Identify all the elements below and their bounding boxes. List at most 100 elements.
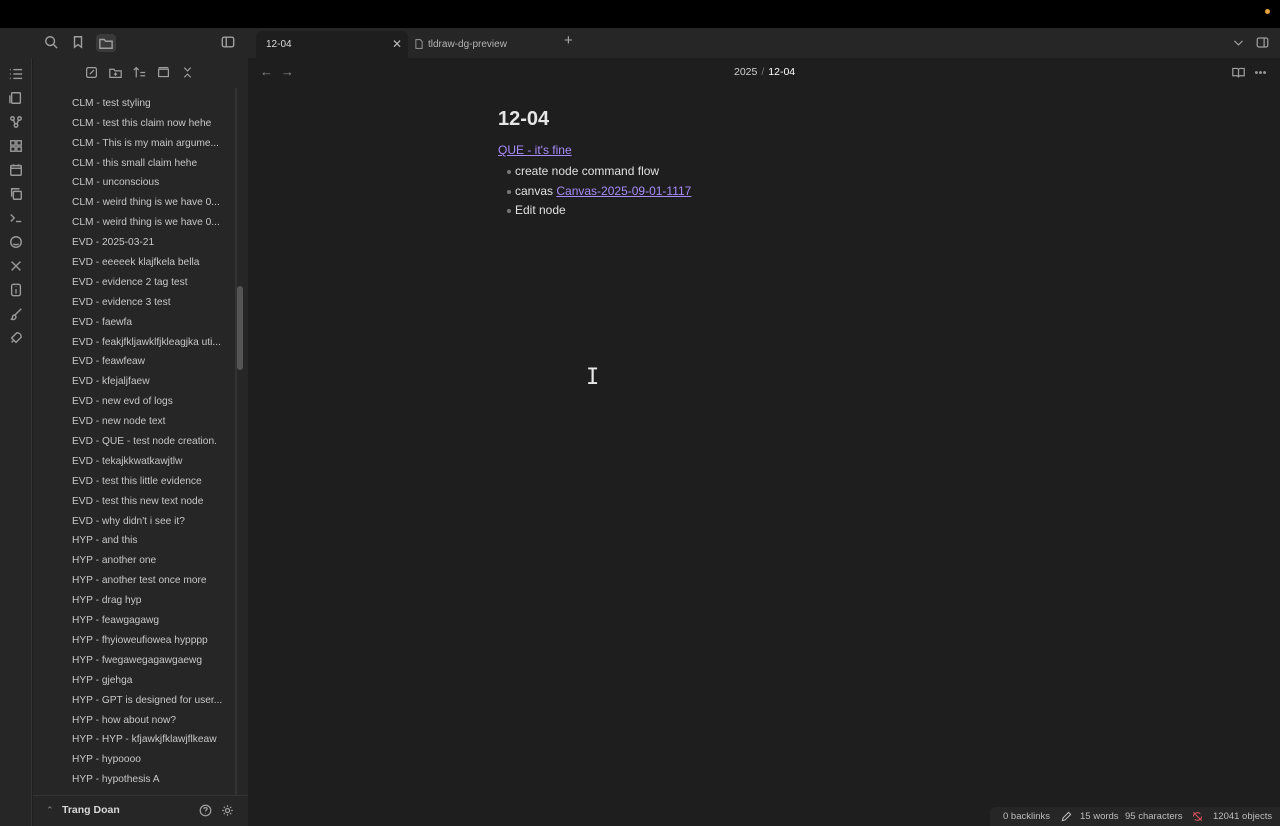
file-list-item[interactable]: EVD - 2025-03-21 [33,233,233,253]
backlinks-count[interactable]: 0 backlinks [1003,811,1050,822]
text-cursor-icon: I [586,365,600,390]
sidebar-toggle-icon[interactable] [221,35,237,51]
vault-footer: ⌃ Trang Doan [33,795,248,826]
brush-icon[interactable] [8,306,24,322]
note-editor[interactable]: 12-04 QUE - it's fine create node comman… [498,108,998,221]
view-header: ← → 2025 /12-04 [248,58,1280,86]
sort-icon[interactable] [133,66,147,80]
vault-switch-icon[interactable]: ⌃ [46,805,54,816]
internal-link[interactable]: QUE - it's fine [498,143,998,157]
folder-icon[interactable] [96,34,116,52]
file-list-item[interactable]: EVD - QUE - test node creation. [33,432,233,452]
system-top-bar [0,0,1280,28]
notification-dot [1265,9,1270,14]
file-list-item[interactable]: EVD - feawfeaw [33,352,233,372]
file-list-item[interactable]: HYP - fhyioweufiowea hypppp [33,631,233,651]
file-list-item[interactable]: EVD - why didn't i see it? [33,512,233,532]
calendar-icon[interactable] [8,162,24,178]
info-icon[interactable] [8,282,24,298]
file-list-item[interactable]: EVD - test this little evidence [33,472,233,492]
list-item[interactable]: create node command flow [507,162,998,182]
file-list-item[interactable]: CLM - unconscious [33,173,233,193]
sidebar-header [0,28,248,58]
tab-tldraw-dg-preview[interactable]: tldraw-dg-preview [414,31,564,58]
file-list-scrollbar[interactable] [237,286,243,370]
reading-view-icon[interactable] [1232,66,1246,80]
breadcrumb-current[interactable]: 12-04 [768,66,795,78]
help-icon[interactable] [199,804,213,818]
file-list: CLM - test node tags featureCLM - test s… [33,88,233,795]
file-list-item[interactable]: HYP - hypoooo [33,750,233,770]
file-list-item[interactable]: EVD - evidence 3 test [33,293,233,313]
file-list-item[interactable]: HYP - drag hyp [33,591,233,611]
file-list-item[interactable]: EVD - new node text [33,412,233,432]
graph-icon[interactable] [8,114,24,130]
back-button[interactable]: ← [260,64,273,79]
search-icon[interactable] [44,35,60,51]
copy-icon[interactable] [8,186,24,202]
file-list-item[interactable]: HYP - feawgagawg [33,611,233,631]
file-list-item[interactable]: EVD - tekajkkwatkawjtlw [33,452,233,472]
file-list-item[interactable]: HYP - and this [33,531,233,551]
file-list-item[interactable]: CLM - weird thing is we have 0... [33,193,233,213]
character-count: 95 characters [1125,811,1183,822]
file-list-item[interactable]: EVD - evidence 2 tag test [33,273,233,293]
close-icon[interactable]: ✕ [392,37,402,51]
file-list-item[interactable]: CLM - This is my main argume... [33,134,233,154]
file-list-item[interactable]: CLM - weird thing is we have 0... [33,213,233,233]
forward-button[interactable]: → [281,64,294,79]
objects-count: 12041 objects [1213,811,1273,822]
outline-icon[interactable] [8,66,24,82]
file-list-item[interactable]: HYP - gjehga [33,671,233,691]
list-item[interactable]: canvas Canvas-2025-09-01-1117 [507,182,998,202]
breadcrumb: 2025 /12-04 [734,66,795,78]
chevron-down-icon[interactable] [1232,36,1246,50]
right-sidebar-toggle-icon[interactable] [1256,36,1270,50]
file-list-item[interactable]: EVD - feakjfkljawklfjkleagjka uti... [33,333,233,353]
smile-icon[interactable] [8,234,24,250]
file-list-item[interactable]: HYP - hypothesis A [33,770,233,790]
file-list-item[interactable]: HYP - GPT is designed for user... [33,691,233,711]
more-options-icon[interactable] [1254,66,1268,80]
terminal-icon[interactable] [8,210,24,226]
file-list-item[interactable]: HYP - another test once more [33,571,233,591]
canvas-link[interactable]: Canvas-2025-09-01-1117 [556,184,691,198]
pencil-icon[interactable] [1061,811,1072,822]
list-item[interactable]: Edit node [507,201,998,221]
new-note-icon[interactable] [85,66,99,80]
file-list-item[interactable]: CLM - this small claim hehe [33,154,233,174]
file-list-item[interactable]: EVD - new evd of logs [33,392,233,412]
tab-label: tldraw-dg-preview [428,39,507,50]
bullet-text: create node command flow [515,164,660,178]
breadcrumb-parent[interactable]: 2025 [734,66,757,78]
file-list-item[interactable]: HYP - fwegawegagawgaewg [33,651,233,671]
file-list-item[interactable]: EVD - kfejaljfaew [33,372,233,392]
tab-12-04[interactable]: 12-04 ✕ [256,31,408,58]
file-list-item[interactable]: HYP - another one [33,551,233,571]
switcher-icon[interactable] [8,90,24,106]
breadcrumb-separator: / [761,66,765,78]
settings-gear-icon[interactable] [221,804,235,818]
auto-reveal-icon[interactable] [157,66,171,80]
note-title[interactable]: 12-04 [498,108,998,131]
file-list-item[interactable]: CLM - test this claim now hehe [33,114,233,134]
sync-error-icon[interactable] [1192,811,1203,822]
canvas-icon[interactable] [8,138,24,154]
status-bar: 0 backlinks 15 words 95 characters 12041… [990,807,1280,826]
new-tab-button[interactable]: + [564,32,573,49]
file-list-item[interactable]: EVD - eeeeek klajfkela bella [33,253,233,273]
file-list-item[interactable]: CLM - test styling [33,94,233,114]
new-folder-icon[interactable] [109,66,123,80]
tab-label: 12-04 [266,39,292,50]
bullet-list: create node command flow canvas Canvas-2… [507,162,998,221]
file-list-scroll-track [235,88,237,795]
collapse-all-icon[interactable] [181,66,195,80]
file-list-item[interactable]: HYP - HYP - kfjawkjfklawjflkeaw [33,730,233,750]
bookmark-icon[interactable] [71,35,87,51]
file-list-item[interactable]: EVD - test this new text node [33,492,233,512]
file-list-item[interactable]: HYP - how about now? [33,711,233,731]
file-list-item[interactable]: EVD - faewfa [33,313,233,333]
tools-icon[interactable] [8,258,24,274]
vault-name[interactable]: Trang Doan [62,804,120,816]
rocket-icon[interactable] [8,330,24,346]
